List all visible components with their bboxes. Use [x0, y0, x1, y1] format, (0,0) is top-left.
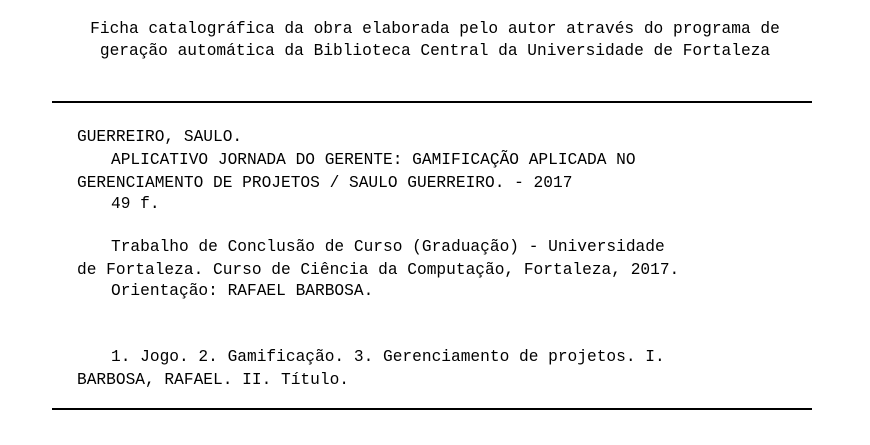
record-subjects-line-1: 1. Jogo. 2. Gamificação. 3. Gerenciament… — [111, 348, 665, 366]
record-advisor: Orientação: RAFAEL BARBOSA. — [111, 282, 374, 300]
bottom-divider — [52, 408, 812, 410]
record-author: GUERREIRO, SAULO. — [77, 128, 243, 146]
top-divider — [52, 101, 812, 103]
header-line-2: geração automática da Biblioteca Central… — [99, 42, 771, 60]
record-thesis-line-2: de Fortaleza. Curso de Ciência da Comput… — [77, 261, 680, 279]
record-thesis-line-1: Trabalho de Conclusão de Curso (Graduaçã… — [111, 238, 665, 256]
record-subjects-line-2: BARBOSA, RAFAEL. II. Título. — [77, 371, 349, 389]
record-title-line-1: APLICATIVO JORNADA DO GERENTE: GAMIFICAÇ… — [111, 151, 636, 169]
catalog-card-header: Ficha catalográfica da obra elaborada pe… — [0, 18, 870, 62]
record-title-line-2: GERENCIAMENTO DE PROJETOS / SAULO GUERRE… — [77, 174, 573, 192]
header-line-1: Ficha catalográfica da obra elaborada pe… — [90, 20, 780, 38]
record-pages: 49 f. — [111, 195, 160, 213]
